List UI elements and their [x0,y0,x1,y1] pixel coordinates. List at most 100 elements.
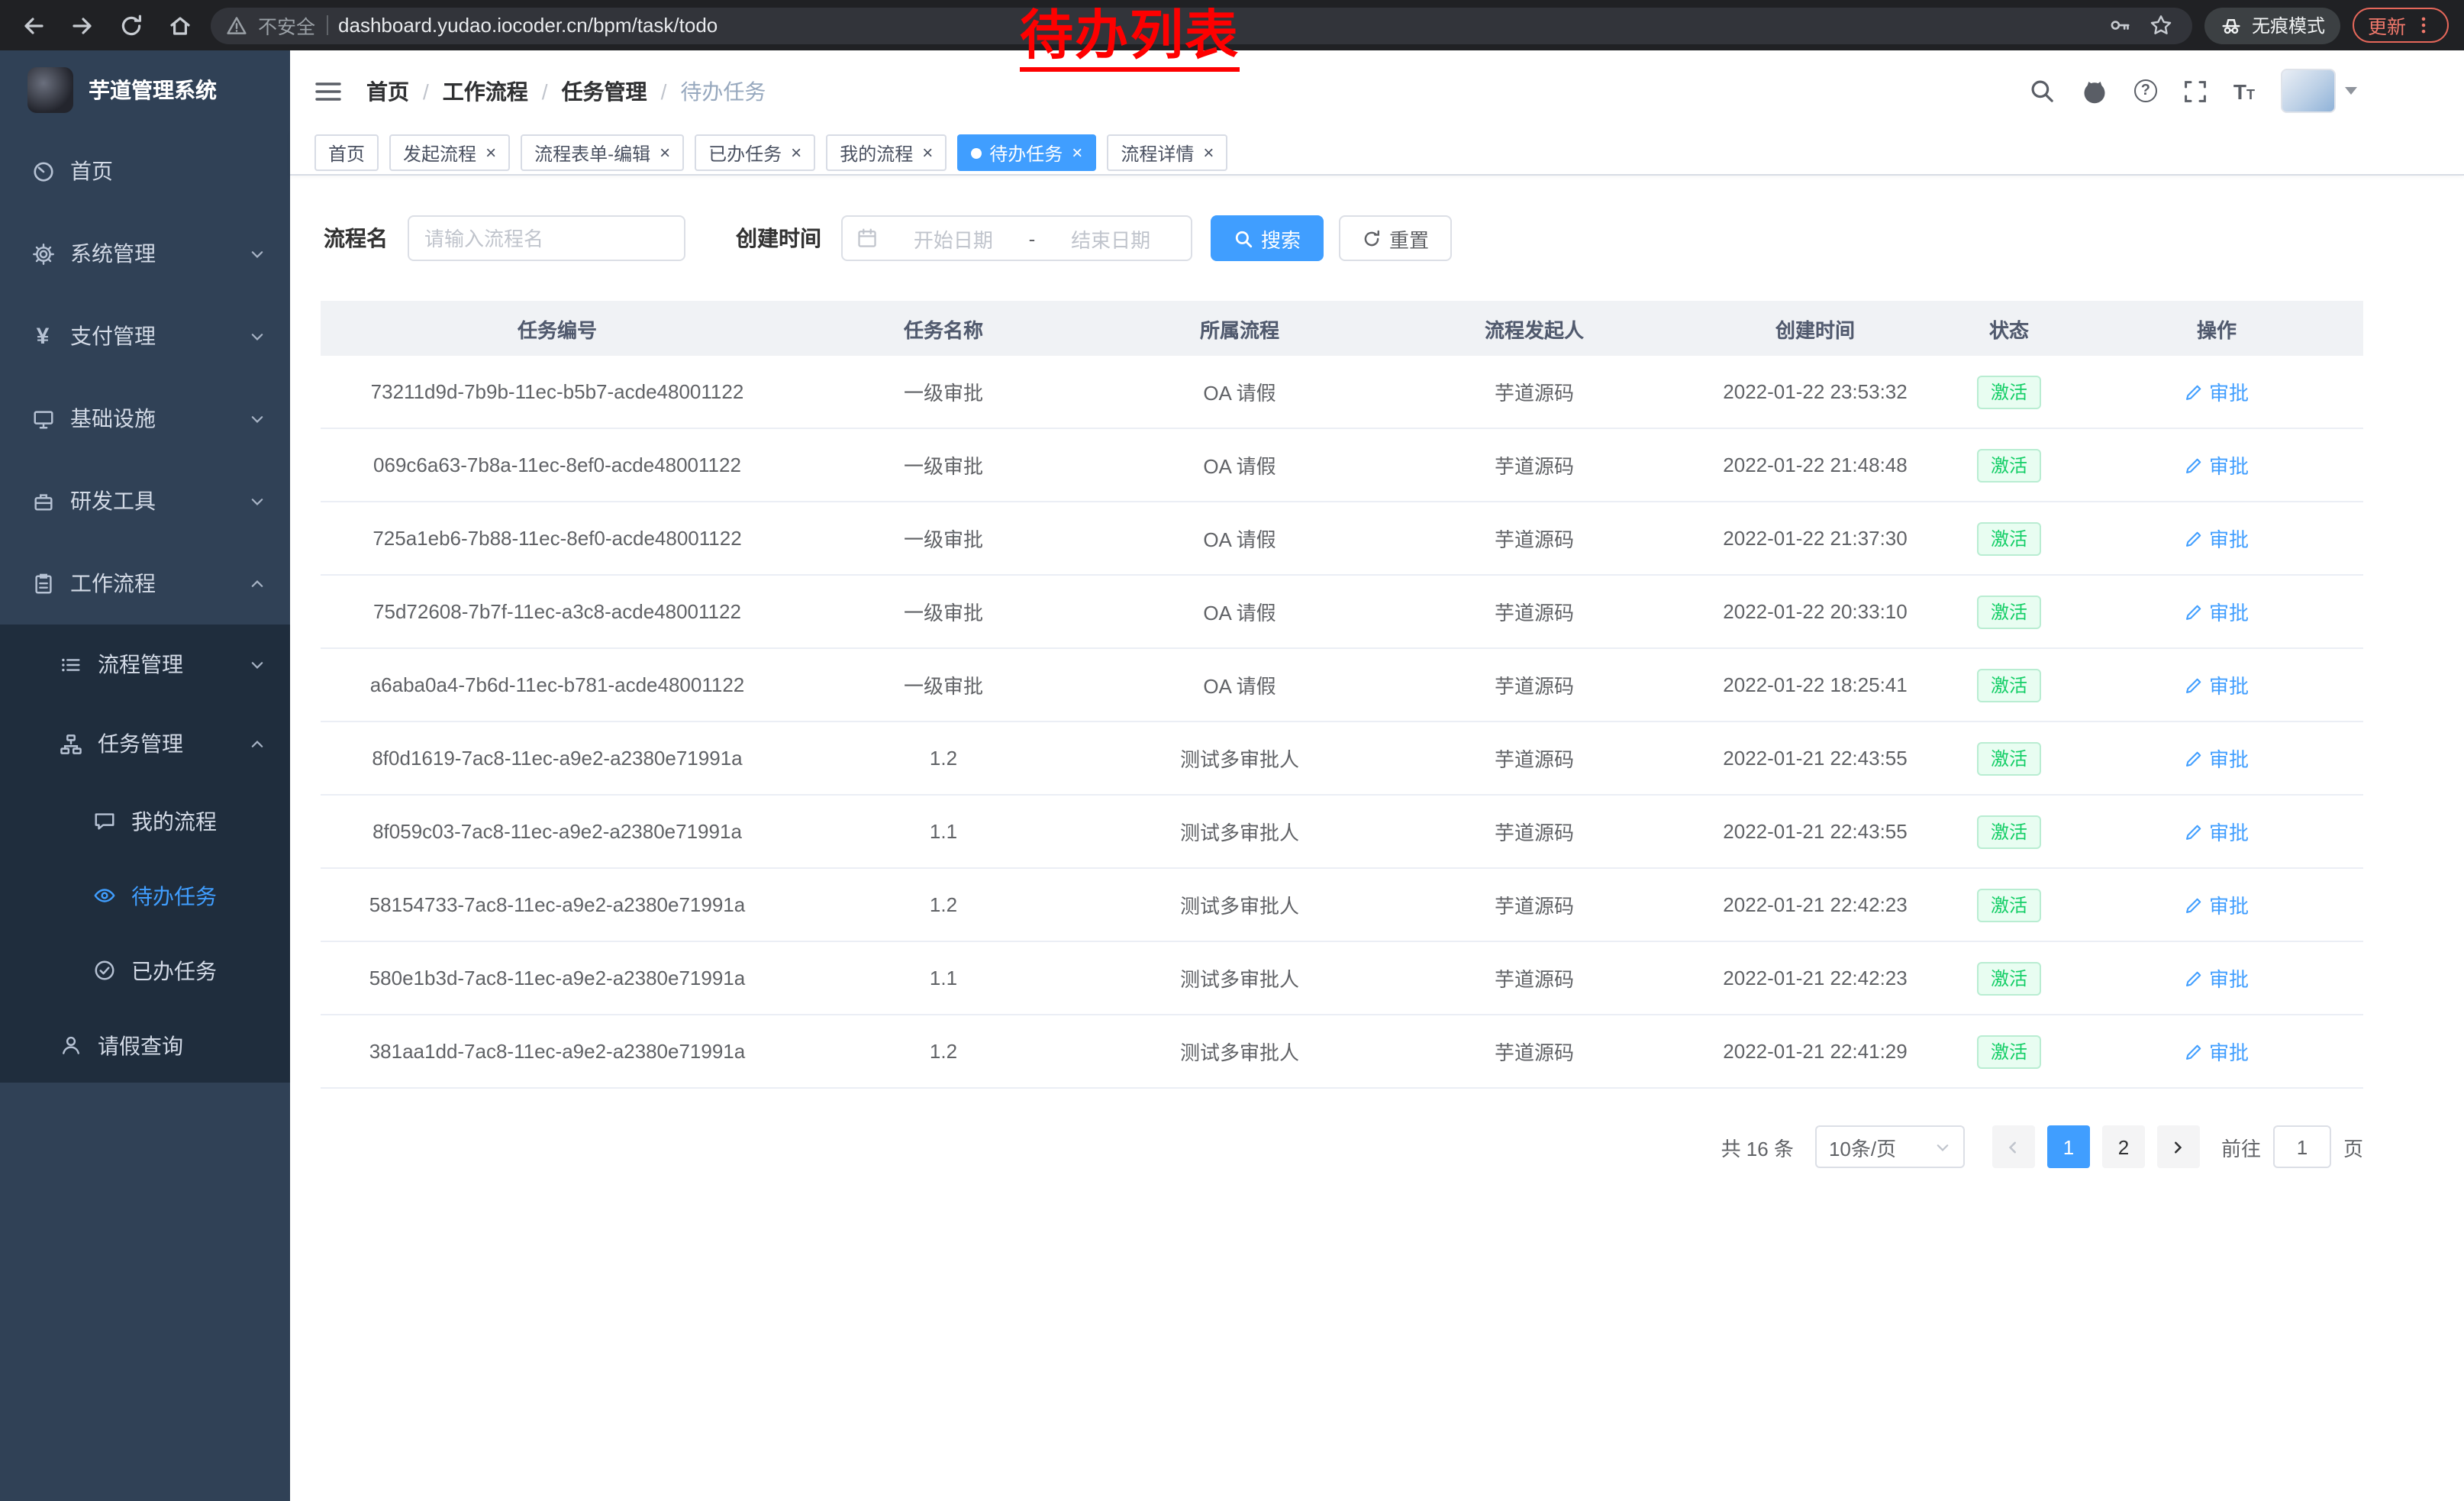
cell-task-name: 一级审批 [794,450,1093,479]
cell-task-id: 73211d9d-7b9b-11ec-b5b7-acde48001122 [321,380,794,403]
tab[interactable]: 流程表单-编辑× [521,134,684,171]
chevron-down-icon [249,492,266,509]
browser-forward-button[interactable] [64,7,101,44]
browser-home-button[interactable] [162,7,198,44]
pencil-icon [2185,749,2203,767]
approve-link[interactable]: 审批 [2185,890,2249,919]
table-row: 73211d9d-7b9b-11ec-b5b7-acde48001122 一级审… [321,356,2363,429]
page-size-select[interactable]: 10条/页 [1815,1125,1965,1168]
sidebar-item-my-process[interactable]: 我的流程 [0,783,290,858]
tab[interactable]: 发起流程× [389,134,510,171]
sidebar-item-payment[interactable]: ¥ 支付管理 [0,295,290,377]
tab-close-icon[interactable]: × [791,144,801,162]
status-badge: 激活 [1977,521,2041,555]
page-button-2[interactable]: 2 [2102,1125,2145,1168]
tab-close-icon[interactable]: × [922,144,933,162]
help-button[interactable]: ? [2134,79,2157,102]
github-button[interactable] [2081,77,2108,105]
sidebar-item-process-management[interactable]: 流程管理 [0,625,290,704]
tab-close-icon[interactable]: × [1203,144,1214,162]
tab-active[interactable]: 待办任务 × [957,134,1096,171]
cell-created: 2022-01-22 20:33:10 [1682,600,1948,623]
sidebar-item-task-management[interactable]: 任务管理 [0,704,290,783]
user-menu[interactable] [2281,69,2357,113]
status-badge: 激活 [1977,668,2041,702]
approve-link[interactable]: 审批 [2185,817,2249,846]
total-count: 共 16 条 [1721,1132,1794,1161]
sidebar-item-system[interactable]: 系统管理 [0,212,290,295]
table-row: 069c6a63-7b8a-11ec-8ef0-acde48001122 一级审… [321,429,2363,502]
browser-reload-button[interactable] [113,7,150,44]
page-button-1[interactable]: 1 [2047,1125,2090,1168]
cell-task-name: 1.1 [794,967,1093,989]
approve-link[interactable]: 审批 [2185,1037,2249,1066]
breadcrumb-task-management[interactable]: 任务管理 [562,76,647,106]
next-page-button[interactable] [2157,1125,2200,1168]
password-key-button[interactable] [2105,10,2136,40]
cell-initiator: 芋道源码 [1386,670,1682,699]
incognito-label: 无痕模式 [2252,12,2325,38]
cell-task-name: 1.2 [794,747,1093,770]
status-badge: 激活 [1977,448,2041,482]
update-button[interactable]: 更新 [2353,8,2449,43]
bookmark-star-button[interactable] [2146,10,2177,40]
search-icon [2029,78,2055,104]
sidebar-item-done-tasks[interactable]: 已办任务 [0,933,290,1008]
sidebar-item-devtools[interactable]: 研发工具 [0,460,290,542]
col-task-name: 任务名称 [794,314,1093,343]
cell-initiator: 芋道源码 [1386,890,1682,919]
start-date-placeholder[interactable]: 开始日期 [887,224,1020,253]
sidebar-item-todo-tasks[interactable]: 待办任务 [0,858,290,933]
pencil-icon [2185,969,2203,987]
status-badge: 激活 [1977,375,2041,408]
kebab-menu-icon[interactable] [2414,15,2433,35]
breadcrumb-workflow[interactable]: 工作流程 [443,76,528,106]
search-icon [1234,228,1253,248]
tab[interactable]: 已办任务× [695,134,815,171]
table-row: 8f059c03-7ac8-11ec-a9e2-a2380e71991a 1.1… [321,796,2363,869]
approve-link[interactable]: 审批 [2185,377,2249,406]
approve-link[interactable]: 审批 [2185,744,2249,773]
date-range-picker[interactable]: 开始日期 - 结束日期 [841,215,1192,261]
sidebar-item-workflow[interactable]: 工作流程 [0,542,290,625]
approve-link[interactable]: 审批 [2185,524,2249,553]
search-button[interactable] [2029,78,2055,104]
tab-label: 待办任务 [989,140,1063,166]
sidebar-item-leave-query[interactable]: 请假查询 [0,1008,290,1083]
fullscreen-button[interactable] [2183,79,2208,103]
tab[interactable]: 流程详情× [1107,134,1227,171]
cell-initiator: 芋道源码 [1386,597,1682,626]
cell-created: 2022-01-21 22:41:29 [1682,1040,1948,1063]
table-row: a6aba0a4-7b6d-11ec-b781-acde48001122 一级审… [321,649,2363,722]
tab-close-icon[interactable]: × [660,144,670,162]
clipboard-icon [31,571,55,596]
goto-page-input[interactable] [2273,1125,2331,1168]
table-header-row: 任务编号 任务名称 所属流程 流程发起人 创建时间 状态 操作 [321,301,2363,356]
search-button-filter[interactable]: 搜索 [1211,215,1324,261]
reload-icon [119,13,144,37]
check-circle-icon [92,958,116,983]
approve-link[interactable]: 审批 [2185,670,2249,699]
table-row: 381aa1dd-7ac8-11ec-a9e2-a2380e71991a 1.2… [321,1015,2363,1089]
prev-page-button[interactable] [1992,1125,2035,1168]
browser-back-button[interactable] [15,7,52,44]
tab[interactable]: 我的流程× [826,134,947,171]
breadcrumb-home[interactable]: 首页 [366,76,409,106]
avatar[interactable] [2281,69,2336,113]
font-size-button[interactable]: TT [2233,79,2255,103]
approve-link[interactable]: 审批 [2185,597,2249,626]
end-date-placeholder[interactable]: 结束日期 [1044,224,1177,253]
approve-link[interactable]: 审批 [2185,964,2249,993]
approve-link[interactable]: 审批 [2185,450,2249,479]
sidebar-item-home[interactable]: 首页 [0,130,290,212]
cell-task-id: a6aba0a4-7b6d-11ec-b781-acde48001122 [321,673,794,696]
cell-task-name: 一级审批 [794,524,1093,553]
tab[interactable]: 首页 [314,134,379,171]
tab-close-icon[interactable]: × [485,144,496,162]
sidebar-item-infrastructure[interactable]: 基础设施 [0,377,290,460]
process-name-input[interactable] [408,215,685,261]
reset-button[interactable]: 重置 [1339,215,1452,261]
cell-task-id: 381aa1dd-7ac8-11ec-a9e2-a2380e71991a [321,1040,794,1063]
sidebar-collapse-button[interactable] [314,79,342,103]
tab-close-icon[interactable]: × [1072,144,1082,162]
